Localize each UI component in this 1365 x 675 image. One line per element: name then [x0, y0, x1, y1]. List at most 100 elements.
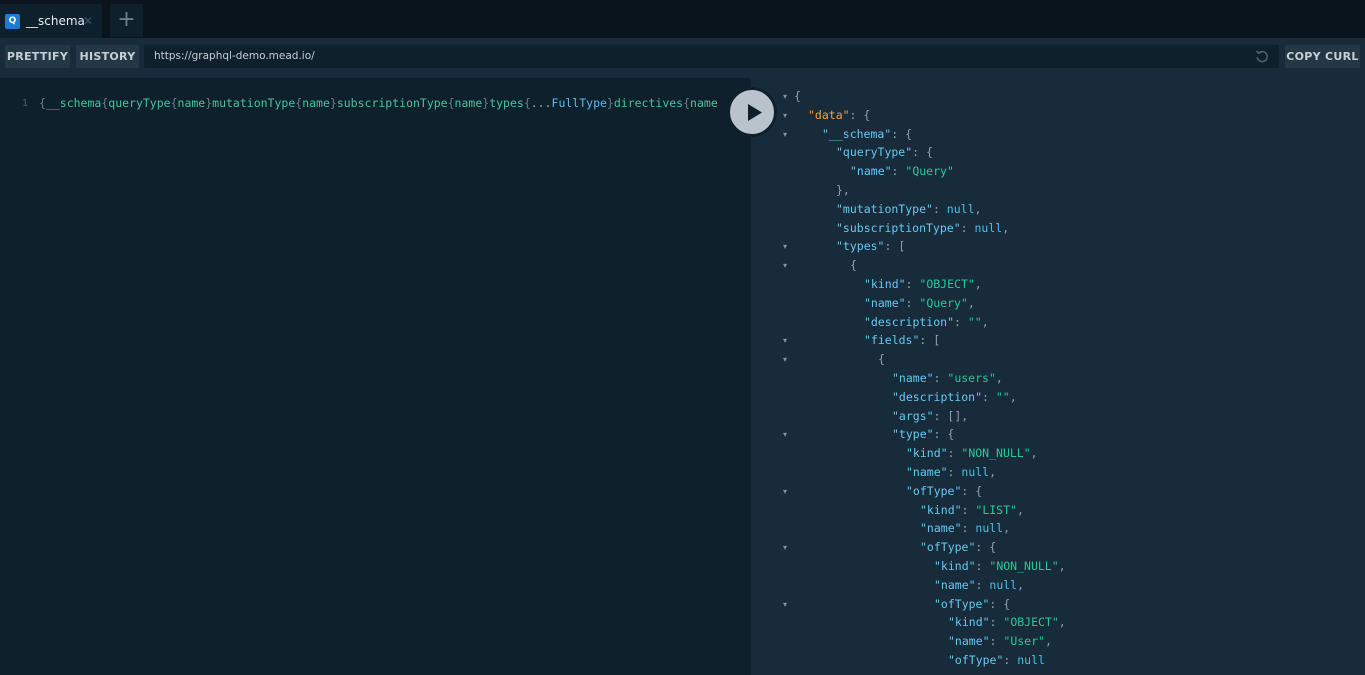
json-token: : — [989, 615, 1004, 630]
json-token: , — [989, 465, 997, 479]
result-line: "subscriptionType": null, — [751, 219, 1365, 238]
json-token: : { — [989, 596, 1011, 611]
query-token: name — [302, 96, 330, 110]
json-token: "mutationType" — [836, 201, 933, 216]
caret-down-icon[interactable]: ▾ — [783, 595, 787, 614]
json-token: "ofType" — [906, 483, 962, 498]
query-badge-icon: Q — [5, 14, 20, 29]
json-token: , — [1058, 615, 1066, 630]
query-token: { — [170, 96, 178, 110]
result-line: ▾ "data": { — [751, 106, 1365, 125]
json-token: "Query" — [905, 164, 954, 179]
result-line: "args": [], — [751, 407, 1365, 426]
toolbar: PRETTIFY HISTORY https://graphql-demo.me… — [0, 38, 1365, 78]
reload-icon[interactable] — [1255, 49, 1269, 63]
json-token: , — [1016, 502, 1024, 517]
json-token: "description" — [864, 314, 955, 329]
json-token: : — [989, 634, 1004, 649]
json-token: , — [1009, 389, 1017, 404]
json-token: , — [1003, 521, 1011, 536]
add-tab-button[interactable]: + — [110, 4, 143, 37]
result-line-text: "name": "Query" — [850, 162, 954, 181]
json-token: : — [961, 502, 976, 517]
json-token: { — [794, 89, 801, 103]
json-token: "description" — [892, 389, 983, 404]
json-token: "__schema" — [822, 126, 892, 141]
caret-down-icon[interactable]: ▾ — [783, 350, 787, 369]
caret-down-icon[interactable]: ▾ — [783, 125, 787, 144]
query-token: name — [177, 96, 206, 110]
json-token: , — [967, 295, 975, 310]
json-token: : { — [961, 483, 983, 498]
result-line-text: "ofType": null — [948, 651, 1045, 670]
result-viewer[interactable]: ▾{▾ "data": {▾ "__schema": {"queryType": {… — [751, 78, 1365, 675]
result-line-text: "mutationType": null, — [836, 200, 981, 219]
caret-down-icon[interactable]: ▾ — [783, 538, 787, 557]
tab-schema[interactable]: Q __schema ✕ — [0, 4, 102, 38]
json-token: "name" — [892, 371, 934, 385]
json-token: "args" — [892, 408, 934, 423]
json-token: : — [905, 277, 920, 291]
caret-down-icon[interactable]: ▾ — [783, 482, 787, 501]
json-token: "NON_NULL" — [961, 446, 1031, 461]
json-token: : { — [975, 540, 997, 555]
close-icon[interactable]: ✕ — [83, 13, 93, 30]
caret-down-icon[interactable]: ▾ — [783, 106, 787, 125]
result-line: "ofType": null — [751, 651, 1365, 670]
json-token: "OBJECT" — [919, 277, 975, 291]
caret-down-icon[interactable]: ▾ — [783, 87, 787, 106]
json-token: null — [946, 201, 975, 216]
json-token: : { — [849, 107, 871, 122]
result-line-text: { — [850, 256, 857, 275]
result-line-text: "queryType": { — [836, 143, 933, 162]
caret-down-icon[interactable]: ▾ — [783, 331, 787, 350]
result-line: "name": null, — [751, 463, 1365, 482]
json-token: "User" — [1003, 634, 1045, 649]
json-token: : [], — [933, 408, 969, 423]
query-token: directives — [613, 96, 684, 110]
json-token: , — [1058, 559, 1066, 573]
json-token: "kind" — [906, 446, 948, 461]
result-line-text: { — [878, 350, 885, 369]
copy-curl-button[interactable]: COPY CURL — [1285, 45, 1360, 68]
result-line-text: "description": "", — [892, 388, 1017, 407]
json-token: , — [995, 371, 1003, 385]
result-line-text: "kind": "OBJECT", — [864, 275, 982, 294]
json-token: { — [878, 352, 885, 367]
json-token: : — [975, 577, 990, 592]
history-button[interactable]: HISTORY — [76, 45, 139, 68]
json-token: "Query" — [919, 295, 968, 310]
result-line: "kind": "NON_NULL", — [751, 557, 1365, 576]
endpoint-url-input[interactable]: https://graphql-demo.mead.io/ — [144, 45, 1279, 68]
result-line: ▾{ — [751, 350, 1365, 369]
run-query-button[interactable] — [727, 87, 777, 137]
json-token: , — [1017, 577, 1025, 592]
json-token: "name" — [864, 295, 906, 310]
caret-down-icon[interactable]: ▾ — [783, 237, 787, 256]
caret-down-icon[interactable]: ▾ — [783, 256, 787, 275]
prettify-button[interactable]: PRETTIFY — [5, 45, 70, 68]
json-token: : — [960, 220, 975, 235]
query-text[interactable]: {__schema{queryType{name}mutationType{na… — [39, 95, 739, 111]
result-line: "mutationType": null, — [751, 200, 1365, 219]
json-token: null — [1017, 653, 1045, 667]
result-line: ▾ "ofType": { — [751, 595, 1365, 614]
caret-down-icon[interactable]: ▾ — [783, 425, 787, 444]
result-line-text: "ofType": { — [906, 482, 982, 501]
query-token: ... — [530, 96, 552, 110]
json-token: : { — [912, 145, 933, 160]
json-token: : — [947, 446, 962, 461]
json-token: "ofType" — [948, 653, 1004, 667]
json-token: { — [850, 258, 857, 273]
json-token: "name" — [934, 577, 976, 592]
query-editor[interactable]: 1 {__schema{queryType{name}mutationType{… — [0, 78, 751, 675]
tab-bar: Q __schema ✕ + — [0, 0, 1365, 38]
json-token: "" — [995, 389, 1010, 404]
json-token: "OBJECT" — [1003, 615, 1059, 630]
result-line-text: "name": "users", — [892, 369, 1003, 388]
json-token: : { — [933, 427, 955, 442]
json-token: "name" — [920, 521, 962, 536]
query-token: __schema — [45, 96, 102, 110]
json-token: , — [1030, 446, 1038, 461]
json-token: : — [932, 201, 947, 216]
